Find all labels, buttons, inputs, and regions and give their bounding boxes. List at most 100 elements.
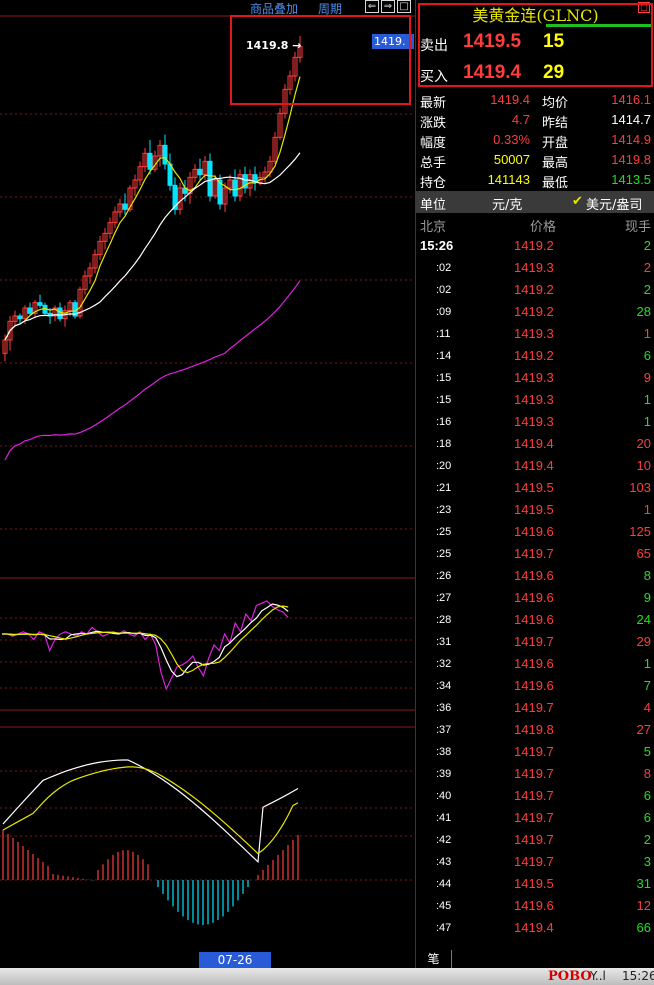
tick-price: 1419.6 [514, 590, 554, 605]
ma-yellow-line [4, 76, 301, 341]
tick-list[interactable]: 15:26 1419.2 2:02 1419.3 2:02 1419.2 2:09 1419.… [416, 235, 654, 939]
tick-volume: 1 [643, 656, 651, 671]
signal-icon: Y..l [590, 969, 606, 983]
tick-row: :02 1419.3 2 [416, 257, 654, 279]
check-icon[interactable]: ✔ [572, 194, 583, 209]
tick-volume: 66 [636, 920, 651, 935]
stat-row: 涨跌 4.7 昨结 1414.7 [416, 110, 654, 131]
tick-price: 1419.3 [514, 370, 554, 385]
tick-volume: 27 [636, 722, 651, 737]
tick-row: :02 1419.2 2 [416, 279, 654, 301]
candle-body [17, 315, 23, 320]
tick-row: :15 1419.3 9 [416, 367, 654, 389]
stat-label: 最低 [542, 176, 569, 191]
tick-volume: 12 [636, 898, 651, 913]
tick-row: :38 1419.7 5 [416, 741, 654, 763]
tick-time: :38 [436, 746, 452, 758]
candle-body [37, 302, 43, 306]
tick-price: 1419.6 [514, 656, 554, 671]
tick-volume: 1 [643, 502, 651, 517]
tick-row: :37 1419.8 27 [416, 719, 654, 741]
tick-time: :11 [436, 328, 451, 340]
tick-time: :28 [436, 614, 452, 626]
tick-volume: 1 [643, 392, 651, 407]
candle-body [147, 152, 153, 170]
tick-time: :20 [436, 460, 452, 472]
tick-price: 1419.4 [514, 458, 554, 473]
stat-label: 持仓 [420, 176, 447, 191]
tick-price: 1419.7 [514, 788, 554, 803]
currency-value[interactable]: 美元/盎司 [586, 194, 642, 213]
tick-volume: 2 [643, 260, 651, 275]
tick-price: 1419.5 [514, 876, 554, 891]
stat-value: 1419.8 [611, 152, 651, 167]
tick-row: :42 1419.7 2 [416, 829, 654, 851]
arrow-left-icon[interactable]: ⇐ [365, 0, 379, 13]
arrow-right-icon[interactable]: ⇒ [381, 0, 395, 13]
tick-volume: 4 [643, 700, 651, 715]
candle-body [232, 179, 238, 197]
tick-row: :31 1419.7 29 [416, 631, 654, 653]
tick-time: :18 [436, 438, 452, 450]
tick-time: :25 [436, 548, 452, 560]
tick-row: :16 1419.3 1 [416, 411, 654, 433]
highlight-box-chart [230, 15, 411, 105]
tick-volume: 3 [643, 854, 651, 869]
kline-chart-area[interactable]: 商品叠加 周期 ⇐ ⇒ □ 1419.8 → 1419. 07-26 15:11 [0, 0, 415, 983]
tick-time: 15:26 [420, 238, 454, 253]
tick-row: :45 1419.6 12 [416, 895, 654, 917]
tick-volume: 29 [636, 634, 651, 649]
stat-value: 1413.5 [611, 172, 651, 187]
tab-ticks[interactable]: 笔 [416, 950, 452, 968]
tick-time: :39 [436, 768, 452, 780]
stat-value: 50007 [493, 152, 530, 167]
tick-time: :41 [436, 812, 452, 824]
tick-time: :44 [436, 878, 452, 890]
tick-price: 1419.4 [514, 920, 554, 935]
tick-volume: 6 [643, 348, 651, 363]
tick-price: 1419.7 [514, 854, 554, 869]
candle-body [122, 203, 128, 210]
osc-k-line [2, 600, 289, 691]
tick-volume: 2 [643, 282, 651, 297]
tick-price: 1419.2 [514, 304, 554, 319]
tick-time: :40 [436, 790, 452, 802]
tick-price: 1419.7 [514, 744, 554, 759]
candle-body [27, 307, 33, 314]
tick-volume: 31 [636, 876, 651, 891]
tick-price: 1419.6 [514, 568, 554, 583]
tick-row: :41 1419.7 6 [416, 807, 654, 829]
ma-magenta-line [4, 280, 301, 461]
tick-time: :36 [436, 702, 452, 714]
stat-value: 1416.1 [611, 92, 651, 107]
tick-price: 1419.7 [514, 634, 554, 649]
clock-time: 15:26 [622, 969, 654, 983]
status-bar: POBO Y..l 15:26 [0, 968, 654, 985]
tick-time: :02 [436, 284, 452, 296]
tick-row: :34 1419.6 7 [416, 675, 654, 697]
pobo-logo: POBO [548, 969, 592, 984]
kline-chart[interactable] [0, 0, 415, 968]
tick-price: 1419.7 [514, 810, 554, 825]
date-cursor-label: 07-26 15:11 [199, 952, 271, 983]
tick-price: 1419.3 [514, 326, 554, 341]
unit-bar: 单位 元/克 ✔ 美元/盎司 [416, 191, 654, 213]
tick-price: 1419.7 [514, 700, 554, 715]
unit-value[interactable]: 元/克 [492, 194, 522, 213]
stat-label: 总手 [420, 156, 447, 171]
stat-value: 1414.9 [611, 132, 651, 147]
tick-volume: 6 [643, 788, 651, 803]
tick-volume: 5 [643, 744, 651, 759]
unit-label: 单位 [420, 198, 447, 213]
tick-row: :14 1419.2 6 [416, 345, 654, 367]
tick-row: :32 1419.6 1 [416, 653, 654, 675]
tick-volume: 1 [643, 326, 651, 341]
stat-row: 幅度 0.33% 开盘 1414.9 [416, 130, 654, 151]
tick-price: 1419.4 [514, 436, 554, 451]
tick-row: :25 1419.6 125 [416, 521, 654, 543]
stat-value: 4.7 [511, 112, 530, 127]
tick-row: :23 1419.5 1 [416, 499, 654, 521]
panel-layout-icon[interactable]: □ [397, 0, 411, 13]
tick-header-price: 价格 [530, 220, 557, 235]
candle-body [197, 168, 203, 176]
